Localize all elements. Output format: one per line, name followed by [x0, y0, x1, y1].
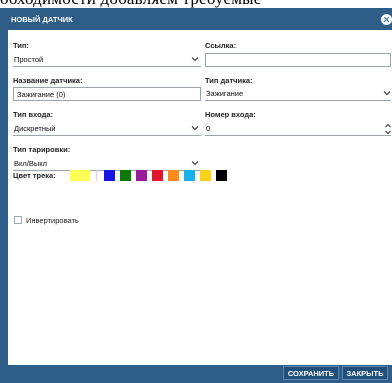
swatch-divider — [96, 170, 97, 181]
dialog-footer: СОХРАНИТЬ ЗАКРЫТЬ — [0, 365, 392, 383]
close-icon[interactable] — [381, 14, 392, 25]
sensor-name-input[interactable]: Зажигание (0) — [13, 87, 201, 101]
color-swatch[interactable] — [216, 170, 227, 181]
color-swatch[interactable] — [104, 170, 115, 181]
sensor-type-label: Тип датчика: — [205, 76, 253, 85]
invert-label: Инвертировать — [26, 216, 79, 225]
spinner-arrows-icon[interactable] — [384, 122, 391, 135]
dialog-body: Тип: Простой Ссылка: Название датчика: З… — [8, 30, 392, 365]
color-swatch[interactable] — [200, 170, 211, 181]
chevron-down-icon — [383, 89, 391, 97]
color-swatch[interactable] — [152, 170, 163, 181]
dialog-title: НОВЫЙ ДАТЧИК — [11, 15, 73, 24]
caption-above-dialog: обходимости добавляем требуемые — [0, 0, 392, 8]
type-select[interactable]: Простой — [13, 53, 201, 67]
sensor-type-value: Зажигание — [206, 89, 244, 98]
invert-checkbox[interactable] — [14, 216, 22, 224]
save-button[interactable]: СОХРАНИТЬ — [283, 366, 339, 380]
input-number-stepper[interactable]: 0 — [205, 122, 391, 136]
input-type-value: Дискретный — [14, 124, 56, 133]
color-swatch[interactable] — [168, 170, 179, 181]
close-button[interactable]: ЗАКРЫТЬ — [342, 366, 388, 380]
type-label: Тип: — [13, 41, 29, 50]
sensor-type-select[interactable]: Зажигание — [205, 87, 391, 101]
dialog-header: НОВЫЙ ДАТЧИК — [0, 8, 392, 30]
chevron-down-icon — [191, 159, 199, 167]
calibration-type-value: Вкл/Выкл — [14, 159, 47, 168]
selected-color-swatch[interactable] — [70, 170, 90, 181]
color-swatch[interactable] — [136, 170, 147, 181]
input-type-select[interactable]: Дискретный — [13, 122, 201, 136]
caption-text: обходимости добавляем требуемые — [0, 0, 392, 8]
chevron-down-icon — [191, 55, 199, 63]
new-sensor-dialog: НОВЫЙ ДАТЧИК Тип: Простой Ссылка: Назван… — [0, 8, 392, 383]
input-type-label: Тип входа: — [13, 110, 54, 119]
input-number-value: 0 — [206, 124, 211, 133]
link-input[interactable] — [205, 53, 391, 67]
track-color-label: Цвет трека: — [13, 171, 56, 180]
calibration-type-label: Тип тарировки: — [13, 145, 71, 154]
type-select-value: Простой — [14, 55, 44, 64]
sensor-name-label: Название датчика: — [13, 76, 83, 85]
calibration-type-select[interactable]: Вкл/Выкл — [13, 157, 201, 171]
input-number-label: Номер входа: — [205, 110, 256, 119]
link-label: Ссылка: — [205, 41, 237, 50]
color-swatch[interactable] — [184, 170, 195, 181]
chevron-down-icon — [191, 124, 199, 132]
sensor-name-value: Зажигание (0) — [17, 90, 66, 99]
color-swatch[interactable] — [120, 170, 131, 181]
